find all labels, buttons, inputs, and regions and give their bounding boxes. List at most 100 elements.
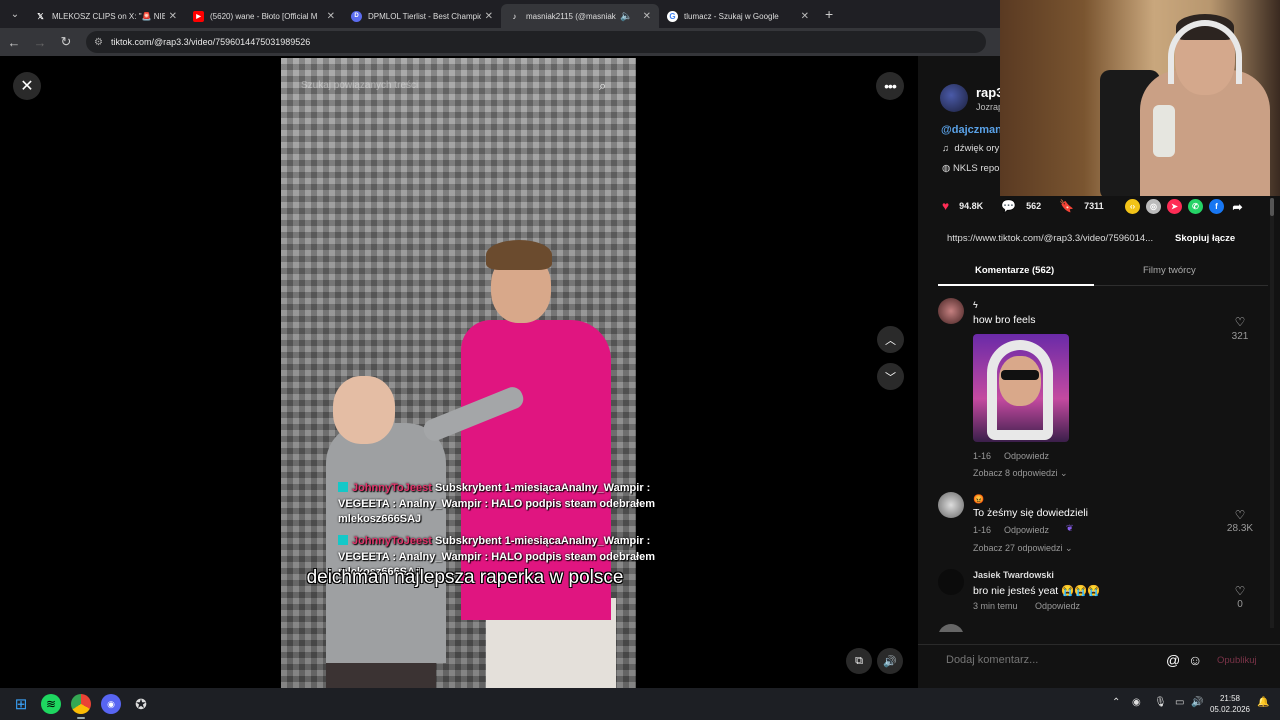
commenter-name[interactable]: 😡 bbox=[973, 494, 984, 505]
windows-start-icon[interactable]: ⊞ bbox=[11, 694, 31, 714]
whatsapp-icon[interactable]: ✆ bbox=[1188, 199, 1203, 214]
search-icon[interactable]: ⌕ bbox=[599, 78, 606, 94]
comment-like-icon[interactable]: ♡ bbox=[1220, 584, 1260, 598]
browser-tab-google[interactable]: G tlumacz - Szukaj w Google ✕ bbox=[659, 4, 817, 28]
discord-icon[interactable]: ◉ bbox=[101, 694, 121, 714]
browser-tab-youtube[interactable]: ▶ (5620) wane - Błoto [Official M ✕ bbox=[185, 4, 343, 28]
browser-tab-dpmlol[interactable]: D DPMLOL Tierlist - Best Champio ✕ bbox=[343, 4, 501, 28]
reply-button[interactable]: Odpowiedz bbox=[1004, 451, 1049, 461]
close-tab-icon[interactable]: ✕ bbox=[485, 11, 493, 22]
gif-figure bbox=[1001, 370, 1039, 380]
video-player[interactable]: Szukaj powiązanych treści ⌕ bbox=[281, 58, 636, 688]
new-tab-button[interactable]: + bbox=[825, 6, 833, 22]
bookmark-icon[interactable]: 🔖 bbox=[1059, 199, 1074, 213]
view-replies-button[interactable]: Zobacz 27 odpowiedzi ⌄ bbox=[973, 543, 1073, 554]
tab-search-button[interactable]: ⌄ bbox=[3, 2, 27, 26]
comment-text: how bro feels bbox=[973, 314, 1036, 326]
app-icon[interactable]: ✪ bbox=[131, 694, 151, 714]
commenter-name[interactable]: ϟ bbox=[973, 300, 978, 310]
reply-button[interactable]: Odpowiedz bbox=[1035, 601, 1080, 611]
spotify-icon[interactable]: ≋ bbox=[41, 694, 61, 714]
scrollbar-thumb[interactable] bbox=[1270, 198, 1274, 216]
chevron-down-icon: ﹀ bbox=[885, 371, 896, 384]
forward-button[interactable]: → bbox=[28, 30, 52, 54]
send-share-icon[interactable]: ➤ bbox=[1167, 199, 1182, 214]
sound-link[interactable]: ♫ dźwięk ory bbox=[942, 143, 999, 154]
view-replies-button[interactable]: Zobacz 8 odpowiedzi ⌄ bbox=[973, 468, 1068, 479]
address-bar[interactable]: ⚙ tiktok.com/@rap3.3/video/7596014475031… bbox=[86, 31, 986, 53]
save-count: 7311 bbox=[1084, 201, 1104, 211]
comment-like-icon[interactable]: ♡ bbox=[1220, 508, 1260, 522]
facebook-icon[interactable]: f bbox=[1209, 199, 1224, 214]
publish-button[interactable]: Opublikuj bbox=[1217, 655, 1257, 666]
volume-icon[interactable]: 🔊 bbox=[1191, 697, 1203, 708]
reload-button[interactable]: ↻ bbox=[54, 30, 78, 54]
commenter-name[interactable]: Jasiek Twardowski bbox=[973, 570, 1054, 580]
close-tab-icon[interactable]: ✕ bbox=[169, 11, 177, 22]
close-video-button[interactable]: ✕ bbox=[13, 72, 41, 100]
volume-button[interactable]: 🔊 bbox=[877, 648, 903, 674]
browser-tab-x[interactable]: 𝕏 MLEKOSZ CLIPS on X: "🚨 NIER ✕ bbox=[27, 4, 185, 28]
close-tab-icon[interactable]: ✕ bbox=[643, 11, 651, 22]
heart-icon[interactable]: ♥ bbox=[942, 199, 949, 213]
chrome-icon[interactable] bbox=[71, 694, 91, 714]
comment-icon[interactable]: 💬 bbox=[1001, 199, 1016, 213]
tab-comments[interactable]: Komentarze (562) bbox=[975, 265, 1054, 276]
comment-date: 3 min temu bbox=[973, 601, 1018, 611]
copy-link-button[interactable]: Skopiuj łącze bbox=[1175, 233, 1235, 244]
youtube-icon: ▶ bbox=[193, 10, 204, 22]
video-search-placeholder[interactable]: Szukaj powiązanych treści bbox=[301, 80, 418, 91]
more-options-button[interactable]: ••• bbox=[876, 72, 904, 100]
tray-expand-icon[interactable]: ⌃ bbox=[1112, 697, 1120, 708]
tab-creator-videos[interactable]: Filmy twórcy bbox=[1143, 265, 1196, 276]
next-video-button[interactable]: ﹀ bbox=[877, 363, 904, 390]
reload-icon: ↻ bbox=[60, 34, 72, 49]
site-settings-icon[interactable]: ⚙ bbox=[94, 37, 103, 48]
discord-tray-icon[interactable]: ◉ bbox=[1132, 697, 1141, 708]
share-arrow-icon[interactable]: ➦ bbox=[1230, 199, 1245, 214]
video-caption: deichman najlepsza raperka w polsce bbox=[306, 567, 624, 588]
author-avatar[interactable] bbox=[940, 84, 968, 112]
taskbar: ⊞ ≋ ◉ ✪ ⌃ ◉ 🎙 ▭ 🔊 21:58 05.02.2026 🔔 bbox=[0, 688, 1280, 720]
commenter-avatar[interactable] bbox=[938, 492, 964, 518]
mention-icon[interactable]: @ bbox=[1166, 652, 1180, 668]
webcam-overlay bbox=[1000, 0, 1280, 196]
comment-count: 562 bbox=[1026, 201, 1042, 211]
previous-video-button[interactable]: ︿ bbox=[877, 326, 904, 353]
commenter-avatar[interactable] bbox=[938, 624, 964, 632]
system-clock[interactable]: 21:58 05.02.2026 bbox=[1208, 693, 1252, 715]
reply-button[interactable]: Odpowiedz bbox=[1004, 525, 1049, 535]
speaker-icon[interactable]: 🔈 bbox=[620, 11, 632, 22]
url-text: tiktok.com/@rap3.3/video/759601447503198… bbox=[110, 37, 311, 47]
comments-scrollbar[interactable] bbox=[1270, 198, 1274, 628]
commenter-avatar[interactable] bbox=[938, 569, 964, 595]
video-figure bbox=[486, 240, 552, 270]
sub-badge-icon bbox=[338, 535, 348, 545]
browser-tab-tiktok[interactable]: ♪ masniak2115 (@masniak21 🔈 ✕ bbox=[501, 4, 659, 28]
playlist-link[interactable]: ◍ NKLS repo bbox=[942, 163, 999, 174]
sub-badge-icon bbox=[338, 482, 348, 492]
creator-liked-icon: ❦ bbox=[1066, 523, 1074, 533]
close-tab-icon[interactable]: ✕ bbox=[801, 11, 809, 22]
close-icon: ✕ bbox=[20, 78, 34, 95]
arrow-right-icon: → bbox=[33, 34, 47, 50]
back-button[interactable]: ← bbox=[2, 30, 26, 54]
floating-player-button[interactable]: ⧉ bbox=[846, 648, 872, 674]
more-dots-icon: ••• bbox=[884, 78, 897, 94]
friends-share-icon[interactable]: ◎ bbox=[1146, 199, 1161, 214]
comment-input[interactable] bbox=[946, 654, 1166, 666]
description-mention[interactable]: @dajczman bbox=[941, 124, 1002, 136]
embed-share-icon[interactable]: ‹› bbox=[1125, 199, 1140, 214]
network-icon[interactable]: ▭ bbox=[1175, 697, 1184, 708]
webcam-figure bbox=[1168, 20, 1242, 84]
author-subtitle: Jozrap bbox=[976, 102, 1004, 112]
commenter-avatar[interactable] bbox=[938, 298, 964, 324]
video-link[interactable]: https://www.tiktok.com/@rap3.3/video/759… bbox=[947, 233, 1153, 244]
emoji-icon[interactable]: ☺ bbox=[1188, 652, 1202, 668]
microphone-icon[interactable]: 🎙 bbox=[1154, 697, 1167, 708]
close-tab-icon[interactable]: ✕ bbox=[327, 11, 335, 22]
comment-text: To żeśmy się dowiedzieli bbox=[973, 507, 1088, 519]
music-note-icon: ♫ bbox=[942, 143, 950, 154]
notifications-icon[interactable]: 🔔 bbox=[1257, 697, 1269, 708]
comment-like-icon[interactable]: ♡ bbox=[1220, 315, 1260, 329]
